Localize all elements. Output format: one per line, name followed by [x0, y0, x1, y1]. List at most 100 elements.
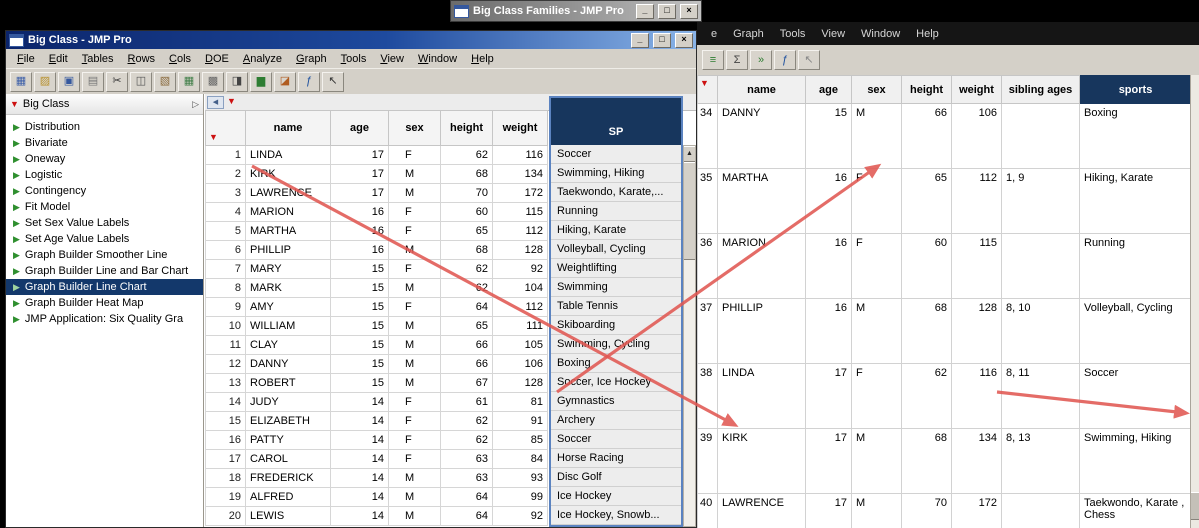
row-number-cell[interactable]: 38: [698, 364, 718, 429]
sp-cell[interactable]: Skiboarding: [551, 316, 681, 335]
name-cell[interactable]: MARK: [246, 279, 331, 298]
weight-cell[interactable]: 134: [493, 165, 548, 184]
menu-item[interactable]: Analyze: [236, 53, 289, 65]
table-corner-cell[interactable]: ▼: [206, 111, 246, 146]
expand-icon[interactable]: ▷: [192, 99, 199, 110]
sex-cell[interactable]: F: [852, 364, 902, 429]
tables-icon[interactable]: ▦: [178, 72, 200, 92]
table-row[interactable]: 10 WILLIAM 15 M 65 111: [206, 317, 548, 336]
sex-cell[interactable]: M: [852, 494, 902, 528]
name-cell[interactable]: KIRK: [718, 429, 806, 494]
name-cell[interactable]: ROBERT: [246, 374, 331, 393]
age-cell[interactable]: 14: [331, 469, 389, 488]
row-number-cell[interactable]: 5: [206, 222, 246, 241]
maximize-button[interactable]: □: [653, 33, 671, 48]
menu-item[interactable]: Graph: [289, 53, 334, 65]
age-cell[interactable]: 15: [331, 374, 389, 393]
sex-cell[interactable]: F: [389, 450, 441, 469]
minimize-button[interactable]: _: [631, 33, 649, 48]
new-table-icon[interactable]: ▦: [10, 72, 32, 92]
sp-column-header[interactable]: SP: [551, 98, 681, 145]
column-header-sports[interactable]: sports: [1080, 76, 1192, 104]
weight-cell[interactable]: 106: [493, 355, 548, 374]
age-cell[interactable]: 17: [331, 184, 389, 203]
menu-item[interactable]: Rows: [121, 53, 163, 65]
height-cell[interactable]: 62: [902, 364, 952, 429]
menu-item[interactable]: Help: [908, 28, 947, 40]
row-number-cell[interactable]: 16: [206, 431, 246, 450]
menu-item[interactable]: DOE: [198, 53, 236, 65]
sp-cell[interactable]: Weightlifting: [551, 259, 681, 278]
name-cell[interactable]: LAWRENCE: [718, 494, 806, 528]
sidebar-item[interactable]: ▶ Fit Model: [6, 199, 203, 215]
scrollbar-thumb[interactable]: [1191, 492, 1199, 520]
sp-cell[interactable]: Soccer: [551, 145, 681, 164]
age-cell[interactable]: 14: [331, 412, 389, 431]
weight-cell[interactable]: 105: [493, 336, 548, 355]
weight-cell[interactable]: 93: [493, 469, 548, 488]
row-number-cell[interactable]: 3: [206, 184, 246, 203]
height-cell[interactable]: 66: [441, 336, 493, 355]
column-header-sex[interactable]: sex: [852, 76, 902, 104]
row-number-cell[interactable]: 8: [206, 279, 246, 298]
name-cell[interactable]: PATTY: [246, 431, 331, 450]
row-number-cell[interactable]: 12: [206, 355, 246, 374]
height-cell[interactable]: 62: [441, 279, 493, 298]
table-row[interactable]: 16 PATTY 14 F 62 85: [206, 431, 548, 450]
sex-cell[interactable]: M: [852, 429, 902, 494]
height-cell[interactable]: 70: [902, 494, 952, 528]
name-cell[interactable]: AMY: [246, 298, 331, 317]
sex-cell[interactable]: M: [389, 374, 441, 393]
sibling-ages-cell[interactable]: [1002, 234, 1080, 299]
height-cell[interactable]: 62: [441, 431, 493, 450]
sp-cell[interactable]: Swimming, Cycling: [551, 335, 681, 354]
name-cell[interactable]: DANNY: [718, 104, 806, 169]
table-row[interactable]: 20 LEWIS 14 M 64 92: [206, 507, 548, 526]
row-number-cell[interactable]: 13: [206, 374, 246, 393]
copy-icon[interactable]: ◫: [130, 72, 152, 92]
sidebar-item[interactable]: ▶ Graph Builder Heat Map: [6, 295, 203, 311]
sex-cell[interactable]: M: [389, 165, 441, 184]
table-row[interactable]: 6 PHILLIP 16 M 68 128: [206, 241, 548, 260]
height-cell[interactable]: 63: [441, 469, 493, 488]
menu-item[interactable]: Cols: [162, 53, 198, 65]
height-cell[interactable]: 64: [441, 488, 493, 507]
row-number-cell[interactable]: 14: [206, 393, 246, 412]
go-icon[interactable]: »: [750, 50, 772, 70]
sibling-ages-cell[interactable]: 1, 9: [1002, 169, 1080, 234]
summary-icon[interactable]: Σ: [726, 50, 748, 70]
pointer-icon[interactable]: ↖: [322, 72, 344, 92]
vertical-scrollbar[interactable]: [1190, 75, 1199, 528]
age-cell[interactable]: 15: [331, 298, 389, 317]
name-cell[interactable]: LINDA: [246, 146, 331, 165]
sex-cell[interactable]: F: [852, 169, 902, 234]
name-cell[interactable]: WILLIAM: [246, 317, 331, 336]
column-header-sibling-ages[interactable]: sibling ages: [1002, 76, 1080, 104]
sidebar-item[interactable]: ▶ Oneway: [6, 151, 203, 167]
row-number-cell[interactable]: 39: [698, 429, 718, 494]
table-row[interactable]: 5 MARTHA 16 F 65 112: [206, 222, 548, 241]
sex-cell[interactable]: M: [852, 104, 902, 169]
cut-icon[interactable]: ✂: [106, 72, 128, 92]
sex-cell[interactable]: M: [389, 279, 441, 298]
sp-cell[interactable]: Gymnastics: [551, 392, 681, 411]
column-header-sex[interactable]: sex: [389, 111, 441, 146]
age-cell[interactable]: 15: [331, 336, 389, 355]
row-number-cell[interactable]: 20: [206, 507, 246, 526]
table-row[interactable]: 40 LAWRENCE 17 M 70 172 Taekwondo, Karat…: [698, 494, 1192, 528]
red-triangle-icon[interactable]: ▼: [209, 133, 218, 142]
height-cell[interactable]: 68: [902, 429, 952, 494]
close-button[interactable]: ×: [675, 33, 693, 48]
sidebar-item[interactable]: ▶ Set Age Value Labels: [6, 231, 203, 247]
age-cell[interactable]: 14: [331, 488, 389, 507]
maximize-button[interactable]: □: [658, 4, 676, 19]
name-cell[interactable]: MARION: [718, 234, 806, 299]
collapse-panel-button[interactable]: ◀: [207, 96, 224, 109]
column-header-height[interactable]: height: [902, 76, 952, 104]
column-header-age[interactable]: age: [331, 111, 389, 146]
table-row[interactable]: 2 KIRK 17 M 68 134: [206, 165, 548, 184]
sp-cell[interactable]: Soccer, Ice Hockey: [551, 373, 681, 392]
height-cell[interactable]: 61: [441, 393, 493, 412]
height-cell[interactable]: 68: [441, 165, 493, 184]
sex-cell[interactable]: F: [389, 222, 441, 241]
